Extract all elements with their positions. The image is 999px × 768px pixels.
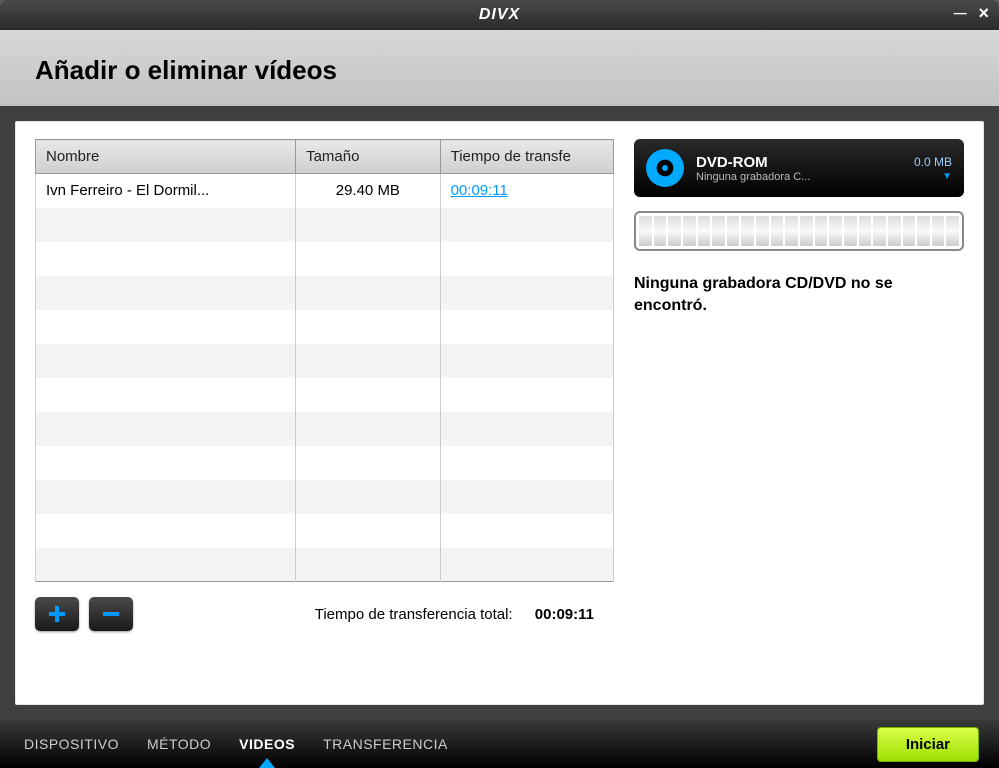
status-message: Ninguna grabadora CD/DVD no se encontró. [634,273,964,316]
col-header-time[interactable]: Tiempo de transfe [440,140,613,174]
plus-icon [47,604,67,624]
minus-icon [101,604,121,624]
content-area: Nombre Tamaño Tiempo de transfe Ivn Ferr… [15,121,984,705]
col-header-size[interactable]: Tamaño [296,140,441,174]
start-button[interactable]: Iniciar [877,727,979,762]
total-time: Tiempo de transferencia total: 00:09:11 [315,606,614,623]
cell-size: 29.40 MB [296,174,441,208]
col-header-name[interactable]: Nombre [36,140,296,174]
device-title: DVD-ROM [696,154,902,171]
cell-time: 00:09:11 [440,174,613,208]
videos-table: Nombre Tamaño Tiempo de transfe Ivn Ferr… [35,139,614,582]
tab-videos[interactable]: VIDEOS [235,722,299,766]
bottom-nav: DISPOSITIVO MÉTODO VIDEOS TRANSFERENCIA … [0,720,999,768]
minimize-button[interactable]: ─ [954,4,967,22]
table-footer: Tiempo de transferencia total: 00:09:11 [35,582,614,636]
tab-dispositivo[interactable]: DISPOSITIVO [20,722,123,766]
device-info: DVD-ROM Ninguna grabadora C... [696,154,902,183]
page-title: Añadir o eliminar vídeos [35,55,964,86]
window-controls: ─ × [954,4,989,22]
total-time-value: 00:09:11 [535,606,594,623]
tab-metodo[interactable]: MÉTODO [143,722,215,766]
cell-name: Ivn Ferreiro - El Dormil... [36,174,296,208]
device-meta: 0.0 MB ▼ [914,155,952,182]
device-selector[interactable]: DVD-ROM Ninguna grabadora C... 0.0 MB ▼ [634,139,964,197]
remove-video-button[interactable] [89,597,133,631]
transfer-time-link[interactable]: 00:09:11 [451,182,508,199]
capacity-bar [634,211,964,251]
total-time-label: Tiempo de transferencia total: [315,606,513,623]
disc-icon [646,149,684,187]
close-button[interactable]: × [978,4,989,22]
table-row[interactable]: Ivn Ferreiro - El Dormil... 29.40 MB 00:… [36,174,614,208]
app-window: DIVX ─ × Añadir o eliminar vídeos Nombre… [0,0,999,768]
right-panel: DVD-ROM Ninguna grabadora C... 0.0 MB ▼ … [634,139,964,695]
device-size: 0.0 MB [914,155,952,169]
device-subtitle: Ninguna grabadora C... [696,171,902,183]
chevron-down-icon[interactable]: ▼ [942,171,952,182]
page-header: Añadir o eliminar vídeos [0,30,999,106]
tab-transferencia[interactable]: TRANSFERENCIA [319,722,452,766]
app-logo: DIVX [479,6,520,24]
titlebar[interactable]: DIVX ─ × [0,0,999,30]
add-video-button[interactable] [35,597,79,631]
left-panel: Nombre Tamaño Tiempo de transfe Ivn Ferr… [35,139,614,695]
